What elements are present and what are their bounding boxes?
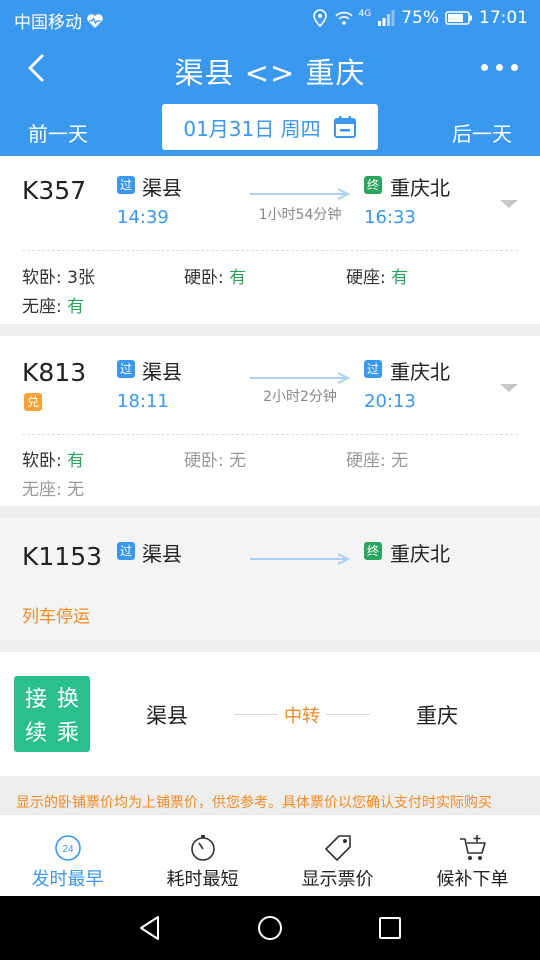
price-notice: 显示的卧铺票价均为上铺票价，供您参考。具体票价以您确认支付时实际购买 — [16, 795, 492, 811]
route-arrow-icon — [250, 188, 350, 200]
svg-text:24: 24 — [62, 844, 74, 855]
seat-hard-sleeper: 硬卧: 有 — [184, 268, 247, 288]
train-number: K1153 — [22, 542, 103, 571]
carrier-name: 中国移动 — [14, 13, 82, 33]
bottom-tab-bar: 24 发时最早 耗时最短 显示票价 候补下单 — [0, 814, 540, 896]
more-options-icon[interactable] — [481, 64, 518, 71]
train-card-k357[interactable]: K357 过 渠县 14:39 1小时54分钟 终 重庆北 16:33 软卧: … — [0, 156, 540, 324]
tab-depart-earliest[interactable]: 24 发时最早 — [0, 815, 135, 897]
tab-label: 发时最早 — [31, 869, 104, 890]
trip-duration: 2小时2分钟 — [263, 389, 337, 405]
route-arrow-icon — [250, 553, 350, 565]
arrive-time: 20:13 — [364, 391, 416, 412]
divider — [22, 250, 518, 251]
terminal-tag: 终 — [364, 542, 382, 560]
tab-show-price[interactable]: 显示票价 — [270, 815, 405, 897]
calendar-icon — [333, 116, 356, 138]
tab-shortest-duration[interactable]: 耗时最短 — [135, 815, 270, 897]
train-number: K813 — [22, 358, 87, 387]
price-tag-icon — [324, 835, 351, 861]
recents-square-icon[interactable] — [376, 914, 404, 942]
selected-date: 01月31日 周四 — [183, 116, 321, 141]
to-station: 重庆北 — [390, 176, 450, 200]
clock-24-icon: 24 — [54, 835, 81, 861]
page-title: 渠县 <> 重庆 — [174, 56, 366, 90]
transfer-line — [234, 714, 278, 715]
tab-label: 耗时最短 — [166, 869, 239, 890]
heart-monitor-icon — [87, 13, 103, 28]
from-station: 渠县 — [142, 542, 182, 566]
train-number: K357 — [22, 176, 87, 205]
trip-duration: 1小时54分钟 — [258, 207, 342, 223]
depart-time: 14:39 — [117, 207, 169, 228]
tab-label: 候补下单 — [436, 869, 509, 890]
seat-hard-seat: 硬座: 有 — [346, 268, 409, 288]
back-triangle-icon[interactable] — [136, 914, 164, 942]
status-left: 中国移动 — [14, 8, 104, 33]
transfer-card[interactable]: 接换 续乘 渠县 中转 重庆 — [0, 652, 540, 776]
route-arrow-icon — [250, 372, 350, 384]
pass-through-tag: 过 — [117, 176, 135, 194]
pass-through-tag: 过 — [364, 360, 382, 378]
transfer-middle: 中转 — [284, 706, 320, 727]
status-bar: 中国移动 4G 75% 17:01 — [0, 0, 540, 36]
transfer-badge: 接换 续乘 — [14, 676, 90, 752]
seat-standing: 无座: 有 — [22, 297, 85, 317]
clock-time: 17:01 — [479, 8, 528, 28]
network-type: 4G — [358, 9, 372, 19]
tab-label: 显示票价 — [301, 869, 374, 890]
pass-through-tag: 过 — [117, 542, 135, 560]
train-card-k1153[interactable]: K1153 过 渠县 终 重庆北 列车停运 — [0, 518, 540, 640]
header: 渠县 <> 重庆 前一天 01月31日 周四 后一天 — [0, 36, 540, 156]
date-picker[interactable]: 01月31日 周四 — [162, 104, 378, 150]
to-station: 重庆北 — [390, 360, 450, 384]
prev-day-button[interactable]: 前一天 — [28, 118, 88, 147]
depart-time: 18:11 — [117, 391, 169, 412]
status-right: 4G 75% 17:01 — [311, 8, 528, 28]
cart-add-icon — [459, 835, 486, 860]
arrive-time: 16:33 — [364, 207, 416, 228]
transfer-line — [326, 714, 370, 715]
wifi-icon — [334, 11, 353, 25]
to-station: 重庆北 — [390, 542, 450, 566]
seat-hard-seat: 硬座: 无 — [346, 451, 409, 471]
next-day-button[interactable]: 后一天 — [452, 118, 512, 147]
terminal-tag: 终 — [364, 176, 382, 194]
divider — [22, 434, 518, 435]
transfer-to: 重庆 — [416, 704, 458, 728]
train-suspended-status: 列车停运 — [22, 607, 90, 627]
tab-waitlist-order[interactable]: 候补下单 — [405, 815, 540, 897]
home-circle-icon[interactable] — [256, 914, 284, 942]
exchange-badge: 兑 — [24, 393, 42, 411]
train-card-k813[interactable]: K813 兑 过 渠县 18:11 2小时2分钟 过 重庆北 20:13 软卧:… — [0, 336, 540, 506]
seat-standing: 无座: 无 — [22, 480, 85, 500]
seat-hard-sleeper: 硬卧: 无 — [184, 451, 247, 471]
expand-caret-icon[interactable] — [500, 200, 518, 208]
from-station: 渠县 — [142, 360, 182, 384]
location-icon — [312, 9, 327, 27]
system-nav-bar — [0, 896, 540, 960]
battery-percent: 75% — [401, 8, 439, 28]
timer-icon — [190, 835, 215, 861]
seat-soft-sleeper: 软卧: 有 — [22, 451, 85, 471]
transfer-from: 渠县 — [146, 704, 188, 728]
battery-icon — [445, 11, 472, 25]
expand-caret-icon[interactable] — [500, 384, 518, 392]
signal-icon — [378, 10, 395, 26]
from-station: 渠县 — [142, 176, 182, 200]
pass-through-tag: 过 — [117, 360, 135, 378]
seat-soft-sleeper: 软卧: 3张 — [22, 268, 95, 288]
